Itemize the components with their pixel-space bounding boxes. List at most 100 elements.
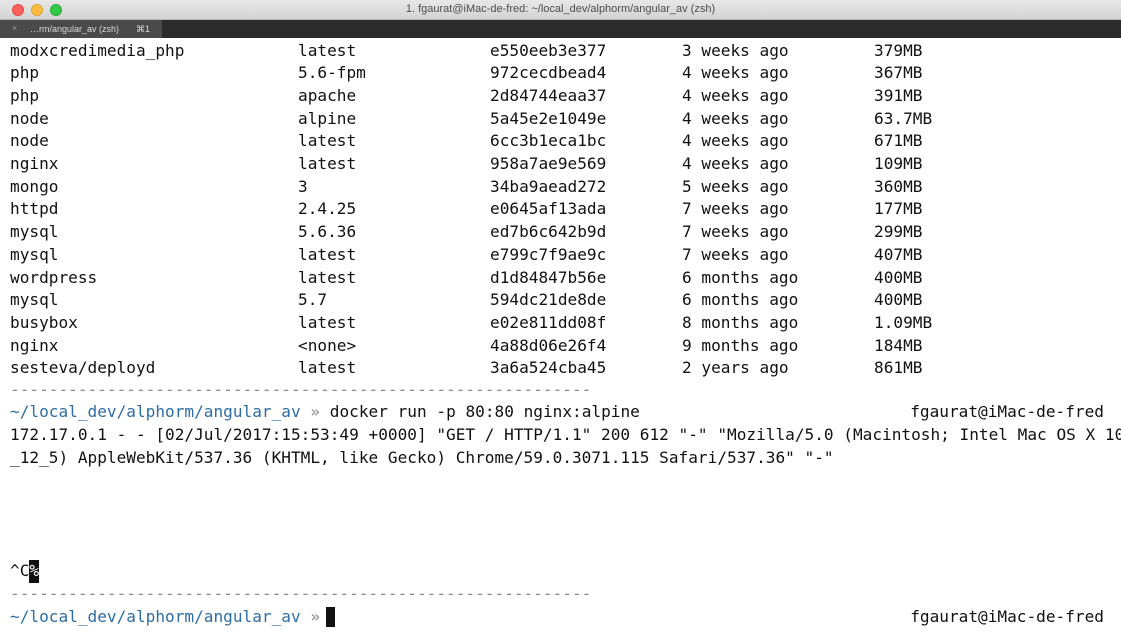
image-created-cell: 2 years ago [682, 358, 789, 378]
image-image-id-cell: ed7b6c642b9d [490, 222, 607, 242]
image-image-id-cell: e02e811dd08f [490, 312, 607, 332]
image-created-cell: 4 weeks ago [682, 131, 789, 151]
log-line: 172.17.0.1 - - [02/Jul/2017:15:53:49 +00… [10, 424, 1121, 444]
image-repository-cell: nginx [10, 335, 59, 355]
image-row: mysql 5.7 594dc21de8de 6 months ago 400MB [0, 289, 1121, 312]
tab-close-icon[interactable]: × [12, 23, 17, 33]
image-created-cell: 4 weeks ago [682, 154, 789, 173]
image-size-cell: 184MB [874, 335, 923, 355]
image-created-cell: 4 weeks ago [682, 108, 789, 128]
partial-line-marker: % [29, 560, 40, 583]
image-image-id-cell: 3a6a524cba45 [490, 358, 607, 378]
image-repository-cell: node [10, 131, 49, 151]
image-size-cell: 1.09MB [874, 312, 933, 332]
image-tag-cell: 2.4.25 [298, 199, 357, 219]
command-prompt: ~/local_dev/alphorm/angular_av » docker … [10, 401, 640, 424]
image-image-id-cell: 594dc21de8de [490, 290, 607, 310]
image-row: mysql 5.6.36 ed7b6c642b9d 7 weeks ago 299MB [0, 221, 1121, 244]
image-size-cell: 63.7MB [874, 108, 933, 128]
tab-bar: × …rm/angular_av (zsh) ⌘1 [0, 20, 1121, 38]
image-tag-cell: 5.6-fpm [298, 63, 366, 83]
image-size-cell: 109MB [874, 154, 923, 173]
image-image-id-cell: 972cecdbead4 [490, 63, 607, 83]
image-created-cell: 6 months ago [682, 290, 799, 310]
image-image-id-cell: e0645af13ada [490, 199, 607, 219]
image-created-cell: 8 months ago [682, 312, 799, 332]
image-tag-cell: latest [298, 267, 357, 287]
log-line: _12_5) AppleWebKit/537.36 (KHTML, like G… [10, 447, 834, 467]
image-repository-cell: mysql [10, 290, 59, 310]
image-row: busybox latest e02e811dd08f 8 months ago 1.0… [0, 312, 1121, 335]
image-size-cell: 379MB [874, 40, 923, 60]
image-row: httpd 2.4.25 e0645af13ada 7 weeks ago 177MB [0, 198, 1121, 221]
tab-shortcut: ⌘1 [136, 24, 151, 34]
active-prompt-line[interactable]: ~/local_dev/alphorm/angular_av » fgaurat… [0, 606, 1121, 629]
tab-zsh[interactable]: × …rm/angular_av (zsh) ⌘1 [0, 20, 162, 38]
image-row: mysql latest e799c7f9ae9c 7 weeks ago 407MB [0, 244, 1121, 267]
prompt-user-host: fgaurat@iMac-de-fred [910, 606, 1104, 626]
image-created-cell: 5 weeks ago [682, 176, 789, 196]
image-image-id-cell: 958a7ae9e569 [490, 154, 607, 173]
image-tag-cell: apache [298, 85, 357, 105]
image-created-cell: 7 weeks ago [682, 244, 789, 264]
image-row: node latest 6cc3b1eca1bc 4 weeks ago 671MB [0, 130, 1121, 153]
image-image-id-cell: d1d84847b56e [490, 267, 607, 287]
terminal-window: 1. fgaurat@iMac-de-fred: ~/local_dev/alp… [0, 0, 1121, 632]
tab-label: …rm/angular_av (zsh) [30, 24, 120, 34]
prompt-arrow: » [310, 402, 321, 422]
image-row: mongo 3 34ba9aead272 5 weeks ago 360MB [0, 176, 1121, 199]
image-tag-cell: alpine [298, 108, 357, 128]
image-repository-cell: nginx [10, 154, 59, 173]
image-size-cell: 400MB [874, 290, 923, 310]
prompt-separator: ----------------------------------------… [10, 379, 592, 399]
text-cursor [326, 607, 336, 627]
image-image-id-cell: 2d84744eaa37 [490, 85, 607, 105]
image-repository-cell: mongo [10, 176, 59, 196]
image-size-cell: 407MB [874, 244, 923, 264]
image-created-cell: 7 weeks ago [682, 199, 789, 219]
image-repository-cell: mysql [10, 222, 59, 242]
image-created-cell: 4 weeks ago [682, 85, 789, 105]
image-tag-cell: latest [298, 154, 357, 173]
image-repository-cell: php [10, 63, 40, 83]
image-repository-cell: modxcredimedia_php [10, 40, 185, 60]
prompt-path: ~/local_dev/alphorm/angular_av [10, 606, 301, 626]
image-repository-cell: httpd [10, 199, 59, 219]
image-row: modxcredimedia_php latest e550eeb3e377 3 we… [0, 40, 1121, 63]
prompt-separator: ----------------------------------------… [10, 583, 592, 603]
image-size-cell: 671MB [874, 131, 923, 151]
title-bar: 1. fgaurat@iMac-de-fred: ~/local_dev/alp… [0, 0, 1121, 20]
image-image-id-cell: 6cc3b1eca1bc [490, 131, 607, 151]
image-row: node alpine 5a45e2e1049e 4 weeks ago 63.7MB [0, 108, 1121, 131]
window-title: 1. fgaurat@iMac-de-fred: ~/local_dev/alp… [405, 3, 716, 15]
image-size-cell: 367MB [874, 63, 923, 83]
image-image-id-cell: e799c7f9ae9c [490, 244, 607, 264]
image-repository-cell: wordpress [10, 267, 98, 287]
image-size-cell: 391MB [874, 85, 923, 105]
prompt-arrow: » [310, 606, 321, 626]
image-created-cell: 3 weeks ago [682, 40, 789, 60]
image-tag-cell: latest [298, 131, 357, 151]
image-image-id-cell: 34ba9aead272 [490, 176, 607, 196]
image-row: nginx latest 958a7ae9e569 4 weeks ago 109MB [0, 153, 1121, 176]
interrupt-line: ^C% [10, 560, 40, 583]
image-tag-cell: 3 [298, 176, 308, 196]
image-size-cell: 861MB [874, 358, 923, 378]
terminal-output[interactable]: modxcredimedia_php latest e550eeb3e377 3 we… [0, 38, 1121, 632]
prompt-user-host: fgaurat@iMac-de-fred [910, 402, 1104, 422]
image-row: wordpress latest d1d84847b56e 6 months ago 4… [0, 267, 1121, 290]
image-image-id-cell: 5a45e2e1049e [490, 108, 607, 128]
image-tag-cell: 5.6.36 [298, 222, 357, 242]
command-line: ~/local_dev/alphorm/angular_av » docker … [0, 401, 1121, 424]
image-row: sesteva/deployd latest 3a6a524cba45 2 years… [0, 357, 1121, 380]
image-tag-cell: latest [298, 312, 357, 332]
image-created-cell: 9 months ago [682, 335, 799, 355]
image-image-id-cell: 4a88d06e26f4 [490, 335, 607, 355]
image-repository-cell: node [10, 108, 49, 128]
image-size-cell: 299MB [874, 222, 923, 242]
image-row: nginx <none> 4a88d06e26f4 9 months ago 184MB [0, 335, 1121, 358]
image-repository-cell: mysql [10, 244, 59, 264]
image-tag-cell: 5.7 [298, 290, 328, 310]
active-prompt: ~/local_dev/alphorm/angular_av » [10, 606, 336, 629]
image-size-cell: 177MB [874, 199, 923, 219]
